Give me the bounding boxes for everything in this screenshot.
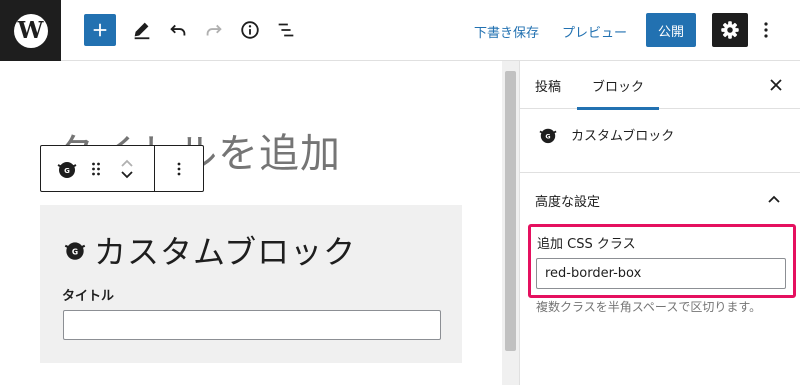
list-view-button[interactable] [272, 16, 300, 44]
close-icon [770, 79, 782, 91]
pencil-icon [134, 22, 150, 40]
options-button[interactable] [756, 16, 776, 44]
tools-button[interactable] [128, 16, 156, 44]
title-field-label: タイトル [62, 289, 115, 304]
custom-block[interactable]: G カスタムブロック タイトル [40, 205, 462, 363]
advanced-panel: 高度な設定 [520, 173, 800, 225]
details-button[interactable] [236, 16, 264, 44]
svg-text:G: G [545, 133, 550, 140]
tab-post[interactable]: 投稿 [526, 61, 570, 109]
svg-text:G: G [64, 167, 70, 175]
block-heading: G カスタムブロック [62, 227, 356, 273]
block-card-name: カスタムブロック [571, 129, 675, 144]
undo-icon [170, 24, 186, 36]
scrollbar-thumb[interactable] [505, 71, 516, 351]
editor-canvas: タイトルを追加 G [0, 61, 502, 385]
publish-button[interactable]: 公開 [646, 13, 696, 47]
gear-icon [721, 21, 739, 39]
move-buttons [110, 157, 144, 181]
advanced-panel-toggle[interactable]: 高度な設定 [520, 173, 800, 225]
add-block-button[interactable] [84, 14, 116, 46]
info-icon [241, 21, 259, 39]
move-down-icon[interactable] [120, 169, 134, 181]
canvas-scrollbar[interactable] [502, 61, 519, 385]
css-class-help: 複数クラスを半角スペースで区切ります。 [536, 300, 762, 314]
plus-icon [93, 23, 107, 37]
drag-handle-icon [91, 162, 100, 175]
redo-button[interactable] [200, 16, 228, 44]
block-toolbar-main: G [41, 146, 155, 191]
close-sidebar-button[interactable] [764, 73, 788, 97]
block-toolbar: G [40, 145, 204, 192]
more-vertical-icon [177, 162, 181, 175]
advanced-panel-title: 高度な設定 [535, 195, 601, 210]
custom-block-icon: G [539, 128, 557, 143]
undo-button[interactable] [164, 16, 192, 44]
title-input[interactable] [63, 310, 441, 340]
more-vertical-icon [764, 22, 768, 38]
block-options-button[interactable] [155, 146, 203, 191]
chevron-up-icon [762, 187, 786, 211]
list-view-icon [278, 23, 294, 37]
redo-icon [206, 24, 222, 36]
settings-sidebar: 投稿 ブロック G カスタムブロック 高度な設定 追加 CSS クラス red-… [519, 61, 800, 385]
wordpress-logo-button[interactable]: W [0, 0, 61, 61]
css-class-input[interactable] [536, 258, 786, 289]
preview-button[interactable]: プレビュー [562, 22, 627, 41]
drag-handle[interactable] [82, 161, 110, 177]
tab-block[interactable]: ブロック [577, 61, 659, 110]
custom-block-icon: G [64, 242, 86, 260]
block-type-button[interactable]: G [52, 159, 82, 179]
settings-button[interactable] [712, 13, 748, 47]
block-card: G カスタムブロック [520, 109, 800, 173]
save-draft-button[interactable]: 下書き保存 [474, 22, 539, 41]
sidebar-tabs: 投稿 ブロック [520, 61, 800, 110]
css-class-label: 追加 CSS クラス [537, 237, 636, 252]
svg-text:G: G [72, 247, 78, 256]
move-up-icon[interactable] [120, 157, 134, 169]
wordpress-icon: W [13, 13, 48, 48]
block-heading-text: カスタムブロック [94, 233, 357, 271]
custom-block-icon: G [57, 161, 76, 178]
editor-header: W 下書き保存 プレビュー 公開 [0, 0, 800, 61]
